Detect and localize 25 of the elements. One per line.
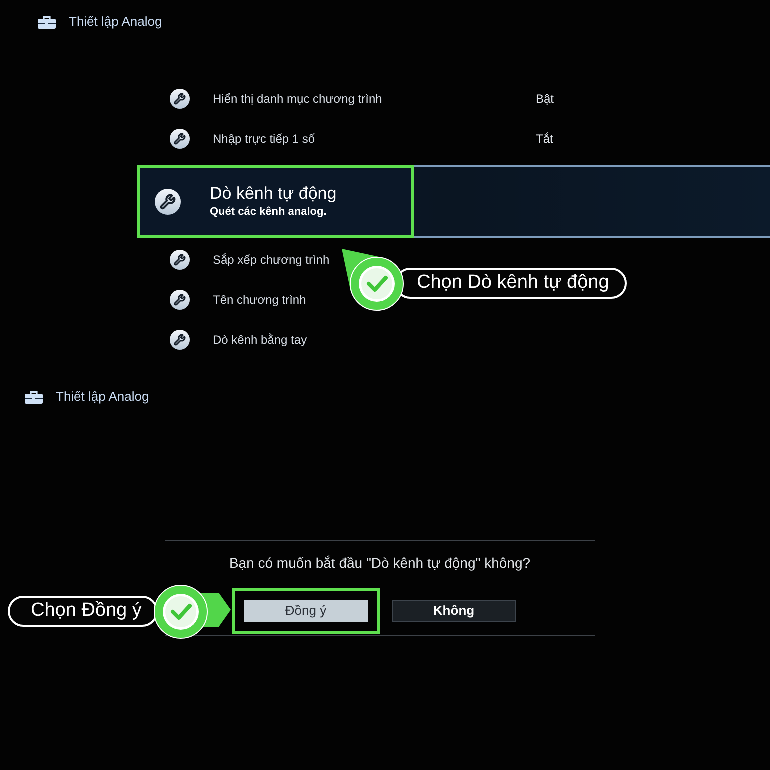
menu-item[interactable]: Dò kênh tự động <box>210 183 337 205</box>
callout-label: Chọn Đồng ý <box>8 596 158 627</box>
toolbox-icon <box>38 16 56 28</box>
menu-item[interactable]: Sắp xếp chương trình <box>213 252 330 268</box>
wrench-icon <box>170 129 190 149</box>
menu-item[interactable]: Hiển thị danh mục chương trình <box>213 92 382 106</box>
setting-value: Tắt <box>536 132 554 146</box>
check-marker-icon <box>340 247 405 312</box>
screen-title: Thiết lập Analog <box>56 389 150 405</box>
menu-item[interactable]: Dò kênh bằng tay <box>213 332 308 348</box>
screen-title: Thiết lập Analog <box>69 14 162 30</box>
toolbox-icon <box>25 390 43 404</box>
menu-item[interactable]: Tên chương trình <box>213 292 306 308</box>
dialog-button[interactable]: Đồng ý <box>244 600 368 622</box>
wrench-icon <box>170 330 190 350</box>
wrench-icon <box>170 250 190 270</box>
menu-item[interactable]: Nhập trực tiếp 1 số <box>213 132 316 146</box>
dialog-question: Bạn có muốn bắt đầu "Dò kênh tự động" không? <box>229 555 531 571</box>
dialog-button[interactable]: Không <box>392 600 516 622</box>
wrench-icon <box>155 188 181 214</box>
wrench-icon <box>170 89 190 109</box>
wrench-icon <box>170 290 190 310</box>
menu-item-description: Quét các kênh analog. <box>210 205 328 220</box>
setting-value: Bật <box>536 92 554 106</box>
check-marker-icon <box>154 585 232 639</box>
